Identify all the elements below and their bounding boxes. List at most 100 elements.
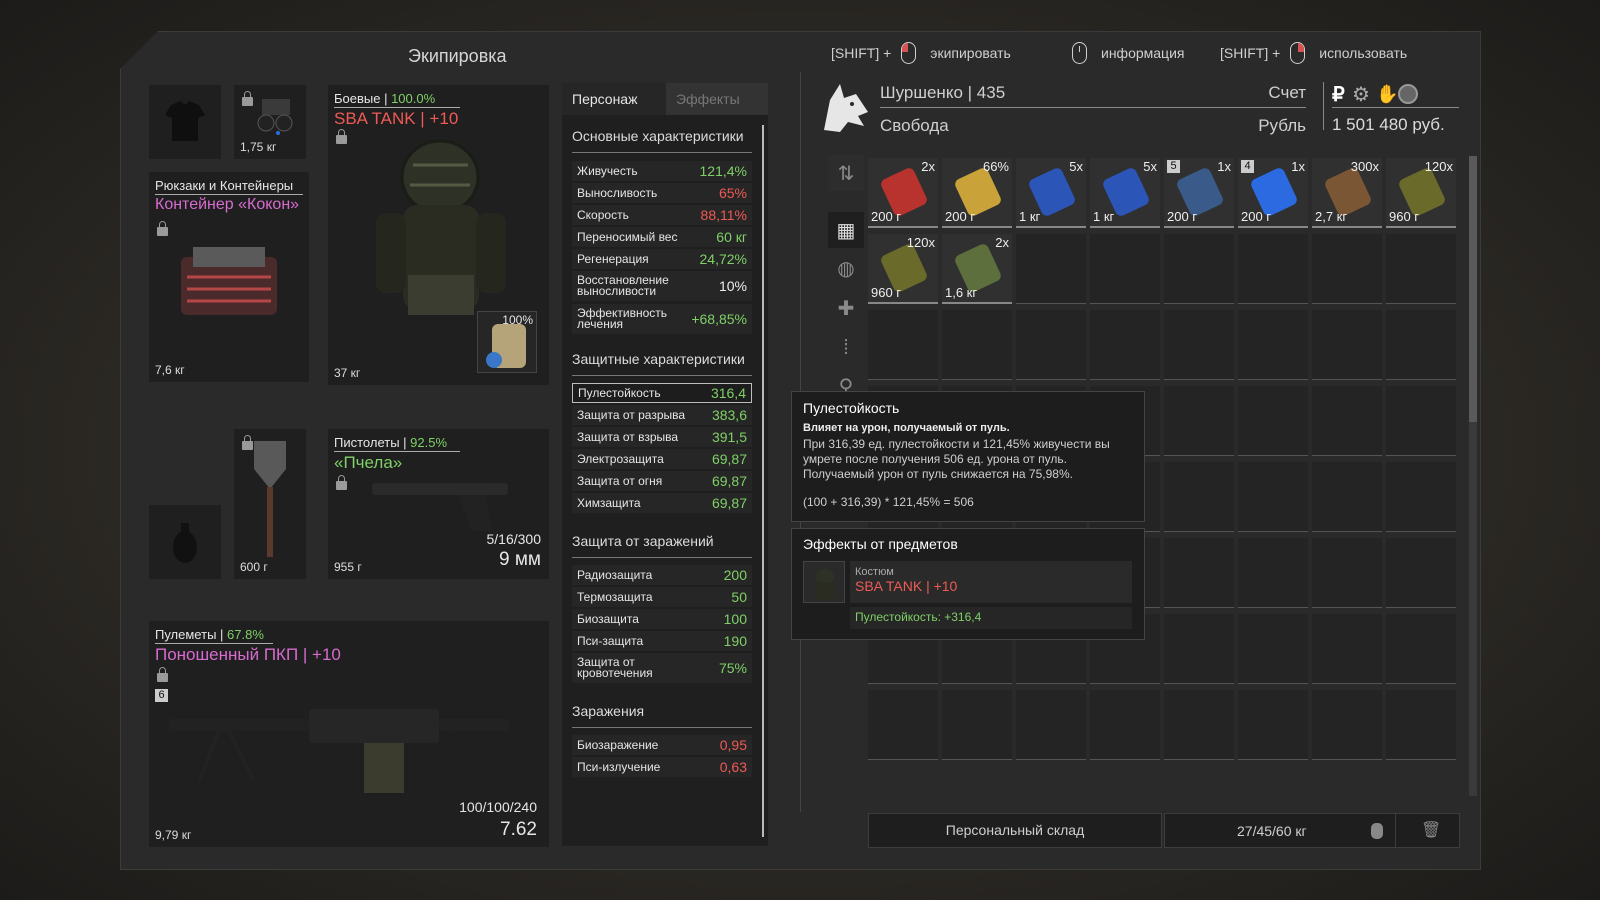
stat-tooltip: Пулестойкость Влияет на урон, получаемый… [791,391,1145,522]
stat-row[interactable]: Защита от разрыва 383,6 [572,405,752,425]
inventory-cell[interactable] [1164,234,1234,304]
backpack-slot[interactable]: Рюкзаки и Контейнеры Контейнер «Кокон» 7… [149,172,309,382]
grid-all-icon[interactable]: ▦ [828,212,864,248]
inventory-item[interactable]: 2x 200 г [868,158,938,228]
pistol-durability: 92.5% [410,435,448,450]
grenade-icon [173,523,197,563]
armor-filter-icon[interactable]: ◍ [828,250,864,286]
mg-durability: 67.8% [227,627,264,642]
inventory-item[interactable]: 66% 200 г [942,158,1012,228]
scrollbar[interactable] [762,125,764,837]
machinegun-slot[interactable]: Пулеметы | 67.8% Поношенный ПКП | +10 6 … [149,621,549,847]
device-slot[interactable]: 1,75 кг [234,85,306,159]
inventory-cell[interactable] [942,690,1012,760]
inventory-item[interactable]: 120x 960 г [868,234,938,304]
inventory-cell[interactable] [1238,614,1308,684]
mouse-right-icon [1290,42,1306,64]
inventory-cell[interactable] [868,690,938,760]
inventory-cell[interactable] [1238,690,1308,760]
ruble-icon[interactable]: ₽ [1332,82,1345,107]
inventory-cell[interactable] [942,310,1012,380]
inventory-item[interactable]: 120x 960 г [1386,158,1456,228]
stat-row[interactable]: Защита от огня 69,87 [572,471,752,491]
stat-row[interactable]: Электрозащита 69,87 [572,449,752,469]
pistol-slot[interactable]: Пистолеты | 92.5% «Пчела» 5/16/300 9 мм … [328,429,549,579]
inventory-cell[interactable] [1090,690,1160,760]
inventory-cell[interactable] [1386,538,1456,608]
inventory-cell[interactable] [1312,462,1382,532]
inventory-scrollbar[interactable] [1469,156,1477,796]
account-label: Счет [1268,83,1306,102]
inventory-cell[interactable] [1238,234,1308,304]
inventory-item[interactable]: 1x 200 г5 [1164,158,1234,228]
stat-row[interactable]: Биозащита 100 [572,609,752,629]
inventory-cell[interactable] [1312,690,1382,760]
inventory-cell[interactable] [1312,310,1382,380]
inventory-cell[interactable] [1386,234,1456,304]
inventory-cell[interactable] [1238,462,1308,532]
inventory-cell[interactable] [1238,310,1308,380]
stat-row[interactable]: Пси-защита 190 [572,631,752,651]
melee-slot[interactable]: 600 г [234,429,306,579]
gear-currency-icon[interactable]: ⚙ [1352,82,1370,107]
stat-row[interactable]: Химзащита 69,87 [572,493,752,513]
backpack-name: Контейнер «Кокон» [155,196,300,213]
inventory-cell[interactable] [1016,690,1086,760]
inventory-cell[interactable] [1312,234,1382,304]
inventory-cell[interactable] [1386,462,1456,532]
inventory-cell[interactable] [1312,538,1382,608]
upgrade-badge: 4 [1241,160,1254,173]
undershirt-slot[interactable] [149,85,221,159]
artifact-container[interactable]: 100% [477,311,537,373]
inventory-cell[interactable] [1386,310,1456,380]
inventory-cell[interactable] [1090,234,1160,304]
inventory-cell[interactable] [1164,538,1234,608]
ammo-filter-icon[interactable]: ⁞ [828,330,864,366]
armor-slot[interactable]: Боевые | 100.0% SBA TANK | +10 100% 37 к… [328,85,549,385]
stat-row[interactable]: Радиозащита 200 [572,565,752,585]
mouse-left-icon [901,42,917,64]
inventory-item[interactable]: 5x 1 кг [1016,158,1086,228]
armor-durability: 100.0% [391,91,436,106]
inventory-cell[interactable] [1164,310,1234,380]
inventory-cell[interactable] [868,310,938,380]
scroll-thumb[interactable] [1469,156,1477,422]
stat-row[interactable]: Пси-излучение 0,63 [572,757,752,777]
inventory-cell[interactable] [1016,310,1086,380]
inventory-cell[interactable] [1312,386,1382,456]
inventory-item[interactable]: 5x 1 кг [1090,158,1160,228]
stat-row[interactable]: Термозащита 50 [572,587,752,607]
window-title: Экипировка [408,46,507,66]
inventory-cell[interactable] [1238,386,1308,456]
inventory-cell[interactable] [1386,614,1456,684]
section-basic: Основные характеристики [572,128,752,153]
stat-row[interactable]: Биозаражение 0,95 [572,735,752,755]
hand-currency-icon[interactable]: ✋ [1376,84,1398,105]
tab-effects[interactable]: Эффекты [666,83,768,115]
tab-character[interactable]: Персонаж [562,83,666,115]
inventory-cell[interactable] [1312,614,1382,684]
stat-row-selected[interactable]: Пулестойкость 316,4 [572,383,752,403]
inventory-item[interactable]: 2x 1,6 кг [942,234,1012,304]
inventory-item[interactable]: 1x 200 г4 [1238,158,1308,228]
stat-row[interactable]: Защита от кровотечения 75% [572,653,752,683]
inventory-cell[interactable] [1238,538,1308,608]
inventory-item[interactable]: 300x 2,7 кг [1312,158,1382,228]
personal-storage-button[interactable]: Персональный склад [868,813,1162,848]
inventory-cell[interactable] [1386,690,1456,760]
grenade-slot[interactable] [149,505,221,579]
coin-currency-icon[interactable] [1398,84,1418,104]
inventory-cell[interactable] [1090,310,1160,380]
inventory-cell[interactable] [1164,462,1234,532]
inventory-cell[interactable] [1164,386,1234,456]
inventory-cell[interactable] [1016,234,1086,304]
stat-row: Регенерация 24,72% [572,249,752,269]
trash-icon[interactable]: 🗑 [1421,820,1441,840]
sort-icon[interactable]: ⇅ [828,155,864,191]
inventory-cell[interactable] [1164,614,1234,684]
inventory-cell[interactable] [1386,386,1456,456]
inventory-cell[interactable] [1164,690,1234,760]
currency-label: Рубль [1258,116,1306,135]
stat-row[interactable]: Защита от взрыва 391,5 [572,427,752,447]
medkit-filter-icon[interactable]: ✚ [828,290,864,326]
